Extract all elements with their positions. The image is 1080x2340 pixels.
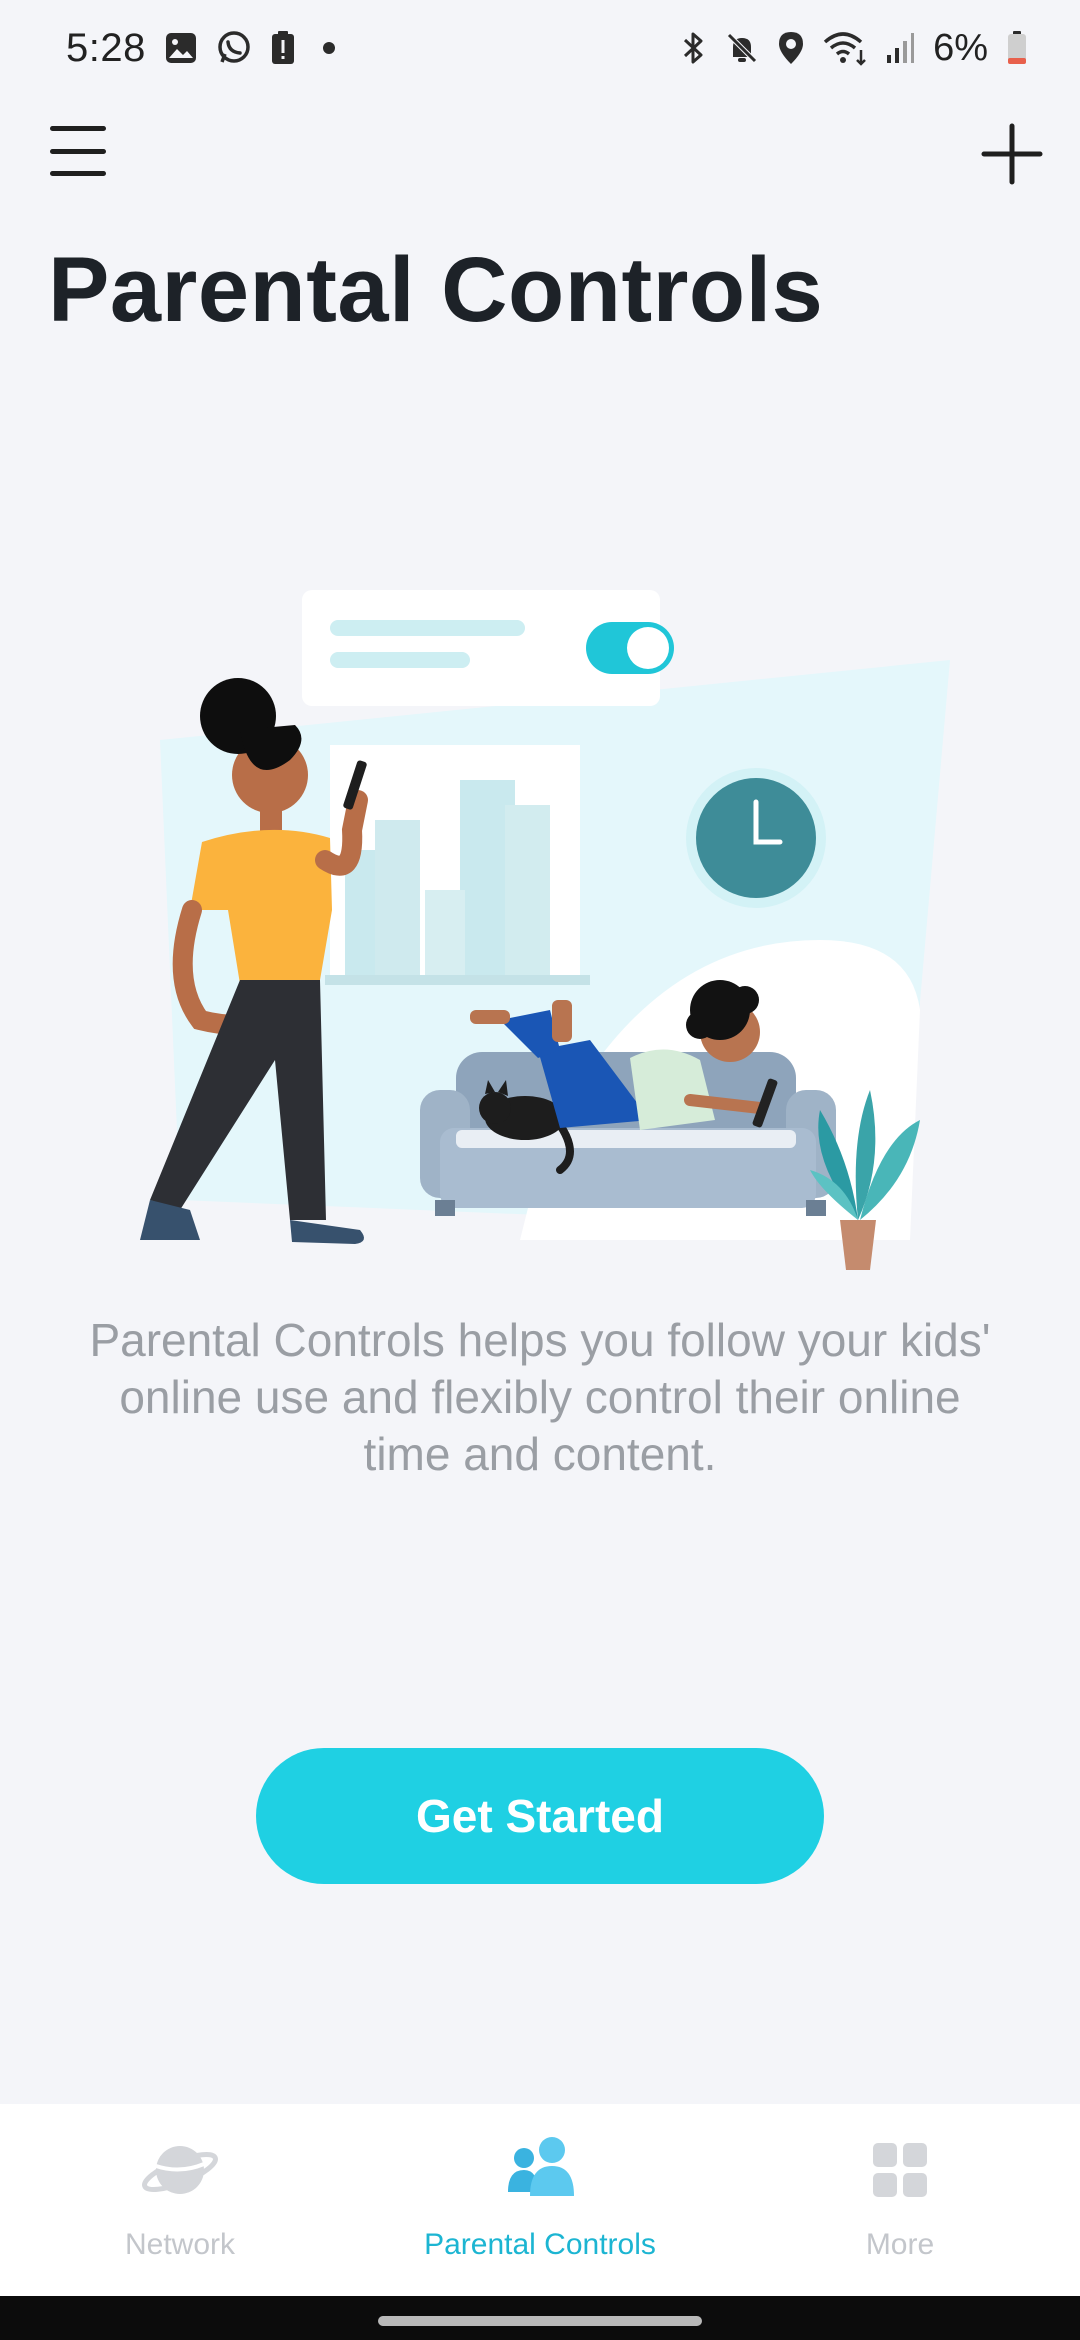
mute-icon: [725, 28, 759, 68]
nav-item-more[interactable]: More: [720, 2104, 1080, 2296]
bluetooth-icon: [679, 28, 707, 68]
hamburger-menu-icon[interactable]: [50, 126, 106, 176]
status-bar: 5:28 6%: [0, 0, 1080, 96]
status-right: 6%: [679, 27, 1028, 70]
page-title: Parental Controls: [48, 239, 824, 341]
people-icon: [500, 2134, 580, 2206]
battery-percent: 6%: [933, 26, 988, 69]
parental-controls-screen: 5:28 6% Parental Controls Parental Contr…: [0, 0, 1080, 2340]
nav-label-network: Network: [124, 2228, 236, 2261]
whatsapp-icon: [216, 28, 252, 68]
menu-line: [50, 126, 106, 131]
signal-icon: [885, 28, 915, 68]
grid-icon: [860, 2134, 940, 2206]
alert-icon: [270, 28, 296, 68]
status-left: 5:28: [66, 26, 344, 71]
battery-icon: [1006, 28, 1028, 68]
nav-item-network[interactable]: Network: [0, 2104, 360, 2296]
wifi-icon: [823, 28, 867, 68]
gallery-icon: [164, 28, 198, 68]
location-icon: [777, 28, 805, 68]
nav-item-parental-controls[interactable]: Parental Controls: [360, 2104, 720, 2296]
nav-label-more: More: [865, 2228, 935, 2261]
description-text: Parental Controls helps you follow your …: [89, 1314, 991, 1480]
menu-line: [50, 148, 106, 154]
dot-icon: [314, 28, 344, 68]
status-time: 5:28: [66, 25, 146, 70]
menu-line: [50, 171, 106, 176]
nav-label-parental-controls: Parental Controls: [424, 2228, 656, 2261]
get-started-button[interactable]: Get Started: [256, 1748, 824, 1884]
home-gesture-handle[interactable]: [378, 2316, 702, 2326]
bottom-navigation: Network Parental Controls More: [0, 2104, 1080, 2296]
gesture-bar: [0, 2296, 1080, 2340]
planet-icon: [140, 2134, 220, 2206]
parental-controls-illustration: [120, 580, 960, 1280]
plus-icon[interactable]: [980, 122, 1044, 186]
